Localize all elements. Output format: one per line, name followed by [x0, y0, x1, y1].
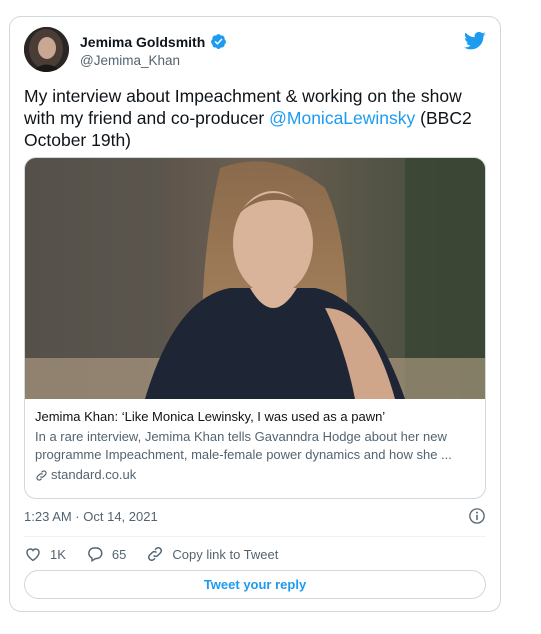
copy-link-icon [148, 546, 163, 562]
link-preview-description: In a rare interview, Jemima Khan tells G… [35, 429, 452, 462]
divider [24, 536, 486, 537]
avatar[interactable] [24, 27, 69, 72]
link-icon [36, 469, 47, 481]
tweet-text: My interview about Impeachment & working… [24, 85, 494, 151]
like-button[interactable]: 1K [24, 545, 66, 563]
heart-icon [26, 548, 40, 562]
reply-button[interactable]: 65 [86, 545, 126, 563]
link-preview-domain: standard.co.uk [51, 467, 137, 482]
verified-badge-icon [211, 34, 227, 49]
copy-link-label: Copy link to Tweet [172, 546, 279, 562]
link-preview-title: Jemima Khan: ‘Like Monica Lewinsky, I wa… [35, 409, 386, 424]
twitter-bird-icon[interactable] [464, 31, 486, 51]
tweet-timestamp[interactable]: 1:23 AM · Oct 14, 2021 [24, 509, 158, 524]
tweet-card: Jemima Goldsmith @Jemima_Khan My intervi… [9, 16, 501, 612]
author-name[interactable]: Jemima Goldsmith [80, 34, 205, 50]
link-preview-card[interactable]: Jemima Khan: ‘Like Monica Lewinsky, I wa… [24, 157, 486, 499]
reply-count: 65 [111, 546, 127, 562]
info-icon[interactable] [468, 507, 486, 525]
copy-link-button[interactable]: Copy link to Tweet [146, 545, 278, 563]
like-count: 1K [50, 546, 66, 562]
tweet-your-reply-button[interactable]: Tweet your reply [24, 570, 486, 599]
author-handle[interactable]: @Jemima_Khan [80, 53, 180, 68]
link-preview-image [25, 158, 485, 399]
reply-bubble-icon [88, 547, 103, 563]
mention-link[interactable]: @MonicaLewinsky [269, 108, 415, 128]
